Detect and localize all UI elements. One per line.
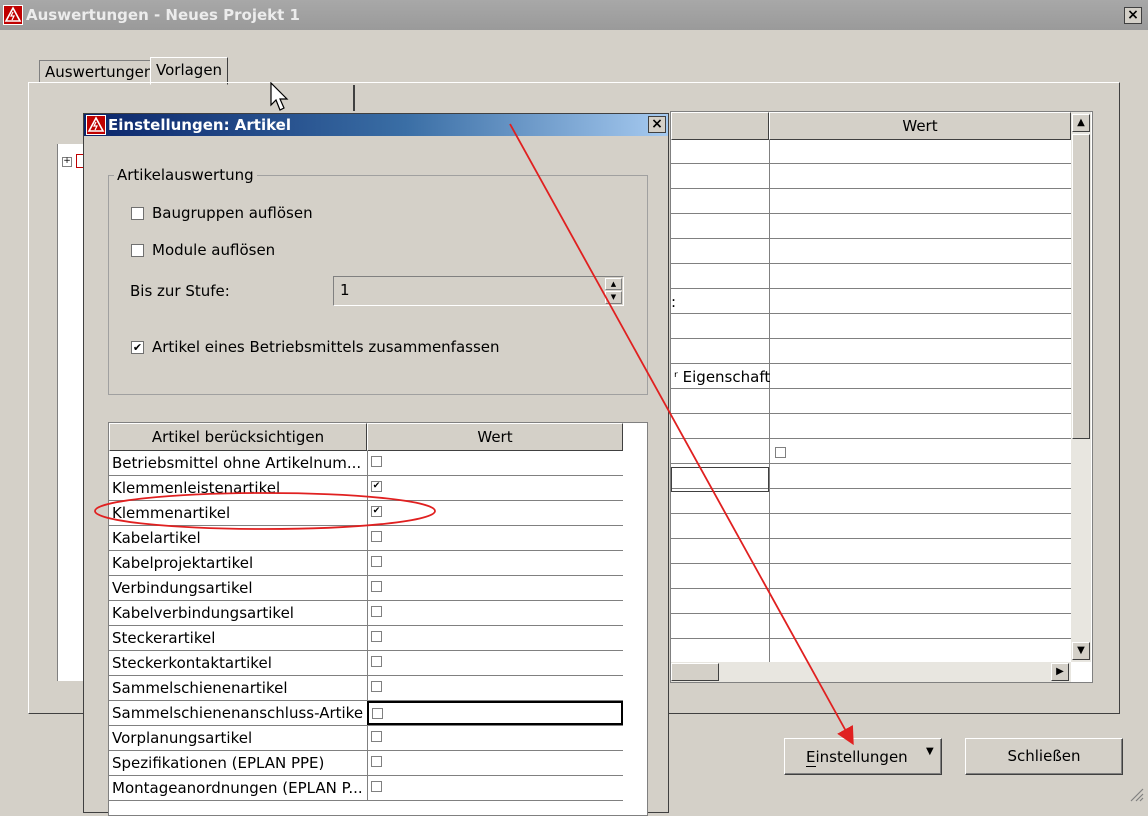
annotation-arrow xyxy=(509,123,854,746)
highlight-ellipse xyxy=(94,492,436,530)
annotation-overlay xyxy=(94,123,854,746)
